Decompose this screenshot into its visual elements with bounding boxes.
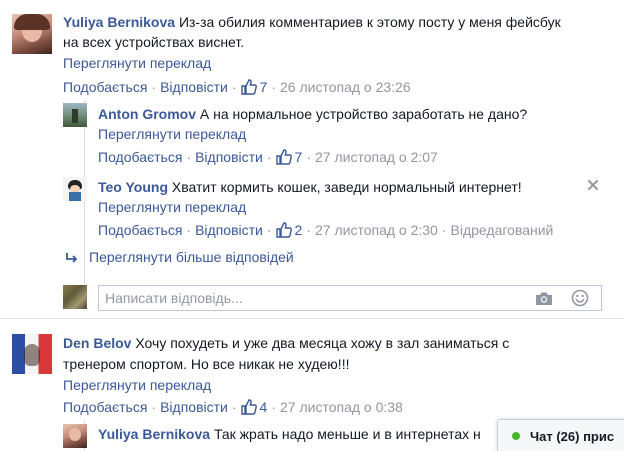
- reply-input[interactable]: [105, 289, 525, 307]
- reply-arrow-icon: [65, 250, 79, 264]
- comment-text-cont: на всех устройствах виснет.: [63, 34, 245, 50]
- reply-link[interactable]: Відповісти: [160, 77, 228, 97]
- thumbs-up-icon[interactable]: [275, 222, 292, 238]
- avatar-teo[interactable]: [63, 177, 87, 201]
- chat-bar[interactable]: Чат (26) прис: [497, 419, 624, 451]
- reply-thread-line: [84, 100, 85, 311]
- comment-text: Хочу похудеть и уже два месяца хожу в за…: [135, 335, 510, 351]
- like-count[interactable]: 4: [260, 397, 268, 417]
- like-link[interactable]: Подобається: [63, 77, 147, 97]
- like-link[interactable]: Подобається: [98, 220, 182, 240]
- comment-author[interactable]: Yuliya Bernikova: [63, 14, 175, 30]
- comment-body: Den Belov Хочу похудеть и уже два месяца…: [63, 333, 603, 353]
- comment-divider: [0, 318, 624, 319]
- reply-text: А на нормальное устройство заработать не…: [199, 106, 528, 122]
- avatar-den[interactable]: [12, 334, 52, 374]
- thumbs-up-icon[interactable]: [240, 399, 257, 415]
- translate-link[interactable]: Переглянути переклад: [63, 375, 211, 395]
- reply-link[interactable]: Відповісти: [195, 220, 263, 240]
- reply-author[interactable]: Anton Gromov: [98, 106, 196, 122]
- thumbs-up-icon[interactable]: [275, 149, 292, 165]
- translate-link[interactable]: Переглянути переклад: [63, 53, 211, 73]
- comment-text: Из-за обилия комментариев к этому посту …: [178, 14, 561, 30]
- comment-actions: Подобається · Відповісти · 7 · 26 листоп…: [63, 77, 411, 97]
- close-icon[interactable]: [587, 178, 599, 190]
- reply-body: Anton Gromov А на нормальное устройство …: [98, 104, 598, 124]
- like-count[interactable]: 2: [295, 220, 303, 240]
- reply-body: Yuliya Bernikova Так жрать надо меньше и…: [98, 424, 498, 444]
- comment-body: Yuliya Bernikova Из-за обилия комментари…: [63, 12, 603, 32]
- like-link[interactable]: Подобається: [63, 397, 147, 417]
- comment-date[interactable]: 26 листопад о 23:26: [280, 77, 411, 97]
- avatar-yuliya[interactable]: [12, 14, 52, 54]
- reply-body: Teo Young Хватит кормить кошек, заведи н…: [98, 177, 578, 197]
- reply-link[interactable]: Відповісти: [160, 397, 228, 417]
- comment-author[interactable]: Den Belov: [63, 335, 131, 351]
- comment-actions: Подобається · Відповісти · 4 · 27 листоп…: [63, 397, 403, 417]
- chat-label[interactable]: Чат (26) прис: [530, 429, 614, 444]
- avatar-yuliya[interactable]: [63, 424, 87, 448]
- edited-label[interactable]: Відредагований: [451, 220, 554, 240]
- translate-link[interactable]: Переглянути переклад: [98, 197, 246, 217]
- like-link[interactable]: Подобається: [98, 147, 182, 167]
- online-dot-icon: [512, 432, 520, 440]
- avatar-anton[interactable]: [63, 103, 87, 127]
- avatar-current-user: [63, 285, 87, 309]
- like-count[interactable]: 7: [295, 147, 303, 167]
- more-replies-label[interactable]: Переглянути більше відповідей: [89, 247, 294, 267]
- like-count[interactable]: 7: [260, 77, 268, 97]
- reply-author[interactable]: Teo Young: [98, 179, 168, 195]
- translate-link[interactable]: Переглянути переклад: [98, 124, 246, 144]
- reply-author[interactable]: Yuliya Bernikova: [98, 426, 210, 442]
- reply-actions: Подобається · Відповісти · 2 · 27 листоп…: [98, 220, 554, 240]
- reply-text: Хватит кормить кошек, заведи нормальный …: [171, 179, 522, 195]
- thumbs-up-icon[interactable]: [240, 79, 257, 95]
- comment-date[interactable]: 27 листопад о 0:38: [280, 397, 403, 417]
- reply-input-box: [98, 285, 602, 311]
- more-replies-link[interactable]: Переглянути більше відповідей: [65, 247, 294, 267]
- comment-text-cont: тренером спортом. Но все никак не худею!…: [63, 356, 350, 372]
- smiley-icon[interactable]: [571, 289, 589, 307]
- reply-date[interactable]: 27 листопад о 2:30: [315, 220, 438, 240]
- camera-icon[interactable]: [535, 291, 553, 306]
- reply-text: Так жрать надо меньше и в интернетах н: [213, 426, 481, 442]
- reply-actions: Подобається · Відповісти · 7 · 27 листоп…: [98, 147, 438, 167]
- reply-date[interactable]: 27 листопад о 2:07: [315, 147, 438, 167]
- reply-link[interactable]: Відповісти: [195, 147, 263, 167]
